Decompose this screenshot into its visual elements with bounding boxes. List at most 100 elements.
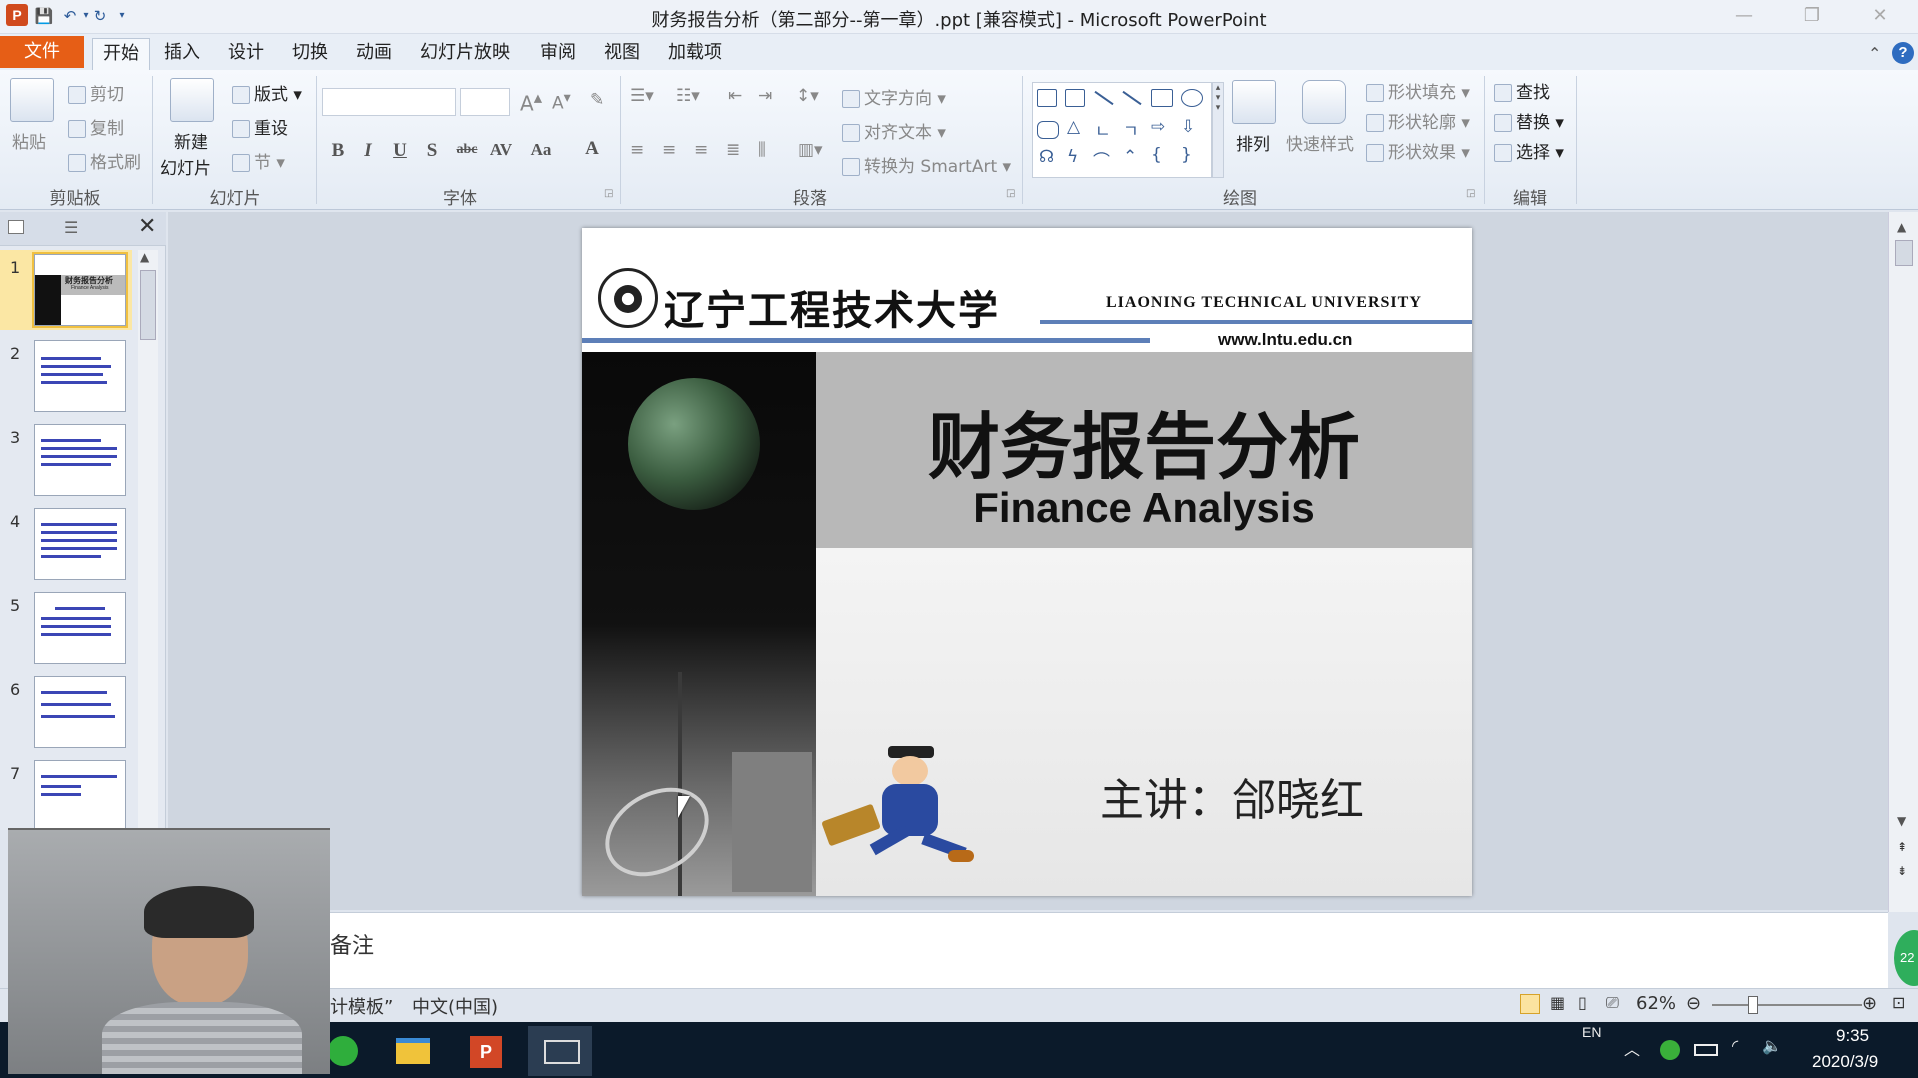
thumbnail-slide-7[interactable] xyxy=(34,760,126,832)
char-spacing-button[interactable]: AV xyxy=(486,140,516,160)
triangle-shape-icon[interactable]: △ xyxy=(1067,117,1080,137)
text-direction-button[interactable]: 文字方向 ▾ xyxy=(842,84,946,109)
paragraph-dialog-launcher-icon[interactable]: ◲ xyxy=(1006,188,1015,199)
tab-review[interactable]: 审阅 xyxy=(530,38,586,70)
zoom-out-icon[interactable]: ⊖ xyxy=(1686,993,1701,1014)
slide-title-en[interactable]: Finance Analysis xyxy=(816,484,1472,532)
arrow-line-shape-icon[interactable] xyxy=(1122,90,1142,106)
thumbnail-slide-1[interactable]: 财务报告分析 Finance Analysis xyxy=(32,252,128,328)
thumbnail-slide-6[interactable] xyxy=(34,676,126,748)
elbow-arrow-icon[interactable]: ㄱ xyxy=(1123,117,1139,142)
zoom-level[interactable]: 62% xyxy=(1636,993,1676,1014)
align-left-icon[interactable]: ≡ xyxy=(630,140,644,160)
thumbnail-slide-4[interactable] xyxy=(34,508,126,580)
slide-sorter-view-icon[interactable]: ▦ xyxy=(1550,993,1565,1012)
distribute-icon[interactable]: ⫼ xyxy=(758,140,766,160)
floating-badge[interactable]: 22 xyxy=(1894,930,1918,986)
fit-to-window-icon[interactable]: ⊡ xyxy=(1892,993,1905,1012)
vertical-textbox-shape-icon[interactable] xyxy=(1065,89,1085,107)
new-slide-button[interactable]: 新建 xyxy=(174,128,208,153)
new-slide-button-line2[interactable]: 幻灯片 xyxy=(160,154,211,179)
shape-fill-button[interactable]: 形状填充 ▾ xyxy=(1366,78,1470,103)
notes-pane[interactable] xyxy=(168,912,1888,988)
shadow-button[interactable]: S xyxy=(420,140,444,162)
next-slide-icon[interactable]: ⇟ xyxy=(1897,864,1907,878)
increase-indent-icon[interactable]: ⇥ xyxy=(758,86,772,106)
bullets-icon[interactable]: ☰▾ xyxy=(630,86,654,106)
clear-format-icon[interactable]: ✎ xyxy=(590,90,604,110)
thumbnail-slide-3[interactable] xyxy=(34,424,126,496)
taskbar-powerpoint-button[interactable]: P xyxy=(454,1026,518,1076)
curve-shape-icon[interactable]: ⌃ xyxy=(1123,147,1137,167)
quick-styles-button[interactable]: 快速样式 xyxy=(1286,130,1354,155)
arrange-button[interactable]: 排列 xyxy=(1236,130,1270,155)
justify-icon[interactable]: ≣ xyxy=(726,140,740,160)
scroll-up-icon[interactable]: ▲ xyxy=(1897,220,1906,234)
find-button[interactable]: 查找 xyxy=(1494,78,1550,103)
tab-view[interactable]: 视图 xyxy=(594,38,650,70)
reading-view-icon[interactable]: ▯ xyxy=(1578,993,1587,1012)
rectangle-shape-icon[interactable] xyxy=(1151,89,1173,107)
normal-view-icon[interactable] xyxy=(1520,994,1540,1014)
zoom-in-icon[interactable]: ⊕ xyxy=(1862,993,1877,1014)
format-painter-button[interactable]: 格式刷 xyxy=(68,148,141,173)
tab-design[interactable]: 设计 xyxy=(218,38,274,70)
font-color-button[interactable]: A xyxy=(580,138,604,160)
align-text-button[interactable]: 对齐文本 ▾ xyxy=(842,118,946,143)
line-shape-icon[interactable] xyxy=(1094,90,1114,106)
zoom-slider[interactable] xyxy=(1712,1004,1862,1006)
drawing-dialog-launcher-icon[interactable]: ◲ xyxy=(1466,188,1475,199)
strikethrough-button[interactable]: abc xyxy=(452,142,482,158)
arrange-icon[interactable] xyxy=(1232,80,1276,124)
reset-button[interactable]: 重设 xyxy=(232,114,288,139)
wifi-icon[interactable]: ◜ xyxy=(1732,1036,1738,1055)
oval-shape-icon[interactable] xyxy=(1181,89,1203,107)
paste-button[interactable]: 粘贴 xyxy=(12,128,46,153)
replace-button[interactable]: 替换 ▾ xyxy=(1494,108,1564,133)
italic-button[interactable]: I xyxy=(356,140,380,162)
show-hidden-icons[interactable]: ︿ xyxy=(1624,1036,1640,1060)
slide-vertical-scrollbar[interactable]: ▲ ▼ ⇞ ⇟ xyxy=(1888,212,1918,912)
copy-button[interactable]: 复制 xyxy=(68,114,124,139)
font-dialog-launcher-icon[interactable]: ◲ xyxy=(604,188,613,199)
shapes-gallery[interactable]: △ ㄴ ㄱ ⇨ ⇩ ☊ ϟ ⌒ ⌃ { } xyxy=(1032,82,1212,178)
bold-button[interactable]: B xyxy=(326,140,350,162)
thumbnail-scrollbar[interactable]: ▲ xyxy=(138,250,158,828)
restore-button[interactable]: ❐ xyxy=(1786,2,1838,30)
line-spacing-icon[interactable]: ↕▾ xyxy=(796,86,819,106)
battery-icon[interactable] xyxy=(1694,1044,1718,1056)
quick-styles-icon[interactable] xyxy=(1302,80,1346,124)
columns-icon[interactable]: ▥▾ xyxy=(798,140,823,160)
input-language[interactable]: EN xyxy=(1582,1024,1601,1040)
thumbnail-item[interactable]: 3 xyxy=(0,424,136,502)
slide-canvas[interactable]: 辽宁工程技术大学 LIAONING TECHNICAL UNIVERSITY w… xyxy=(582,228,1472,896)
select-button[interactable]: 选择 ▾ xyxy=(1494,138,1564,163)
thumbnail-slide-5[interactable] xyxy=(34,592,126,664)
shape-effects-button[interactable]: 形状效果 ▾ xyxy=(1366,138,1470,163)
elbow-connector-icon[interactable]: ㄴ xyxy=(1095,117,1111,142)
close-button[interactable]: ✕ xyxy=(1854,2,1906,30)
rounded-rect-shape-icon[interactable] xyxy=(1037,121,1059,139)
grow-font-icon[interactable]: A▴ xyxy=(520,88,542,116)
change-case-button[interactable]: Aa xyxy=(526,140,556,160)
tab-slideshow[interactable]: 幻灯片放映 xyxy=(410,38,520,70)
align-center-icon[interactable]: ≡ xyxy=(662,140,676,160)
right-brace-shape-icon[interactable]: } xyxy=(1181,145,1192,165)
thumbnail-item[interactable]: 2 xyxy=(0,340,136,418)
tray-app-icon[interactable] xyxy=(1660,1040,1680,1060)
shape-outline-button[interactable]: 形状轮廓 ▾ xyxy=(1366,108,1470,133)
slideshow-view-icon[interactable]: ⎚ xyxy=(1606,993,1619,1013)
scroll-up-icon[interactable]: ▲ xyxy=(140,250,149,264)
underline-button[interactable]: U xyxy=(388,140,412,162)
smartart-button[interactable]: 转换为 SmartArt ▾ xyxy=(842,152,1011,177)
zoom-slider-thumb[interactable] xyxy=(1748,996,1758,1014)
volume-icon[interactable]: 🔈 xyxy=(1762,1036,1782,1055)
taskbar-active-app-button[interactable] xyxy=(528,1026,592,1076)
freeform-shape-icon[interactable]: ☊ xyxy=(1039,147,1054,167)
outline-tab-icon[interactable]: ☰ xyxy=(64,218,78,237)
presenter-text[interactable]: 主讲：郃晓红 xyxy=(1100,764,1364,828)
slides-tab-icon[interactable] xyxy=(8,220,24,234)
font-size-dropdown[interactable] xyxy=(460,88,510,116)
section-button[interactable]: 节 ▾ xyxy=(232,148,285,173)
down-arrow-shape-icon[interactable]: ⇩ xyxy=(1181,117,1195,137)
